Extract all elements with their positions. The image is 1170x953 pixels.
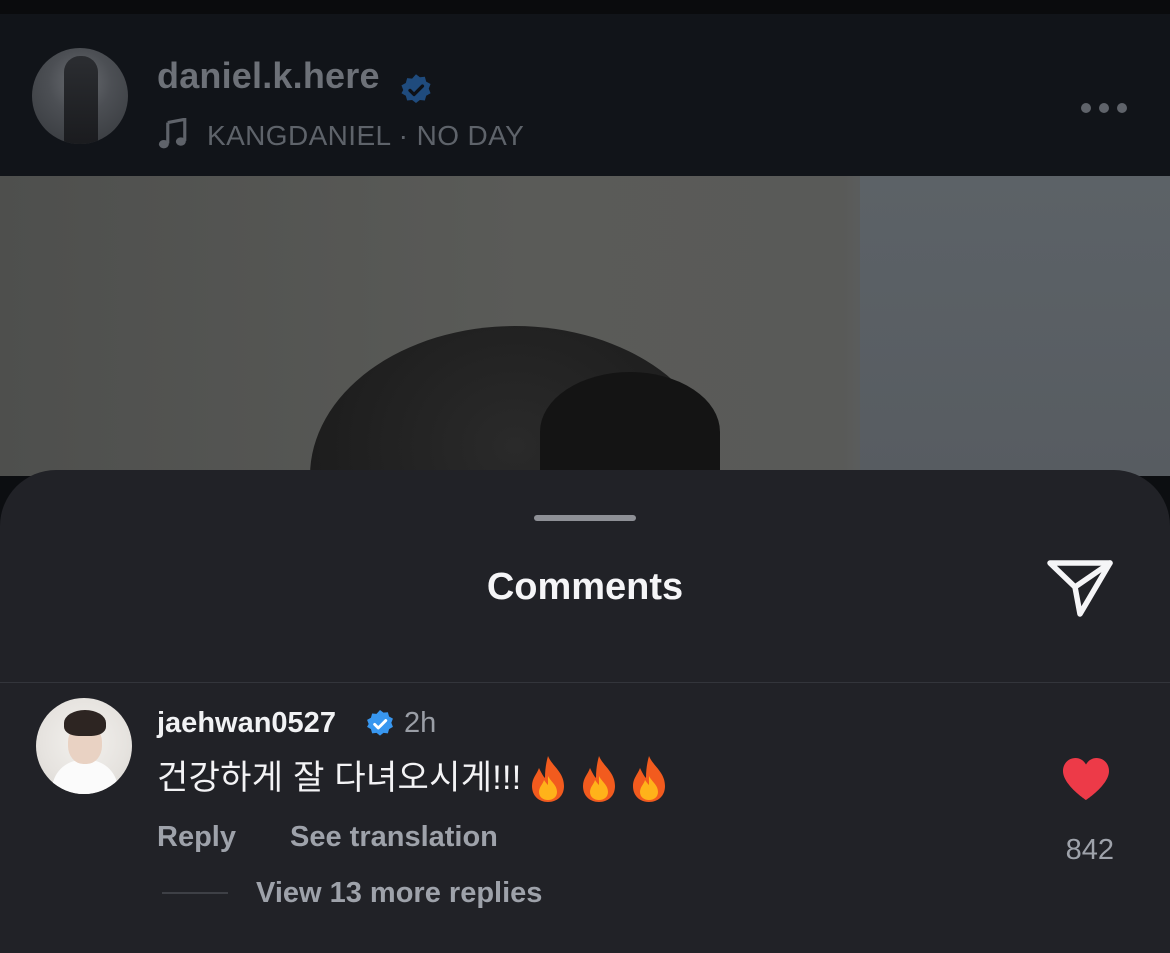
post-header: daniel.k.here KANGDANIEL · NO DAY — [0, 14, 1170, 176]
fire-emoji-icon — [532, 756, 564, 802]
like-count: 842 — [1065, 834, 1114, 866]
commenter-avatar[interactable] — [36, 698, 132, 794]
music-track: NO DAY — [416, 120, 525, 151]
music-separator: · — [398, 120, 409, 151]
comments-sheet: Comments jaehwan0527 2h 건강하게 잘 다녀오시게!!! … — [0, 470, 1170, 953]
reply-button[interactable]: Reply — [157, 819, 236, 855]
fire-emoji-icon — [633, 756, 665, 802]
verified-badge-icon — [401, 74, 431, 104]
commenter-username[interactable]: jaehwan0527 — [157, 705, 336, 741]
post-author-username[interactable]: daniel.k.here — [157, 54, 380, 98]
comments-title: Comments — [486, 566, 684, 608]
comment-timestamp: 2h — [404, 707, 437, 739]
avatar-figure — [64, 56, 98, 144]
verified-badge-icon — [367, 710, 393, 736]
music-note-icon — [158, 118, 187, 149]
comment-text: 건강하게 잘 다녀오시게!!! — [157, 759, 522, 797]
heart-icon[interactable] — [1060, 756, 1112, 802]
send-icon[interactable] — [1044, 554, 1116, 620]
replies-indent-line — [162, 892, 228, 894]
fire-emoji-icon — [583, 756, 615, 802]
post-author-avatar[interactable] — [32, 48, 128, 144]
status-strip — [0, 0, 1170, 14]
see-translation-button[interactable]: See translation — [290, 819, 498, 855]
post-photo — [0, 176, 1170, 476]
view-more-replies-button[interactable]: View 13 more replies — [256, 875, 542, 911]
sheet-divider — [0, 682, 1170, 683]
more-options-icon[interactable] — [1078, 98, 1130, 120]
music-artist: KANGDANIEL — [207, 120, 391, 151]
music-credit[interactable]: KANGDANIEL · NO DAY — [207, 118, 524, 154]
sheet-drag-handle[interactable] — [534, 515, 636, 521]
